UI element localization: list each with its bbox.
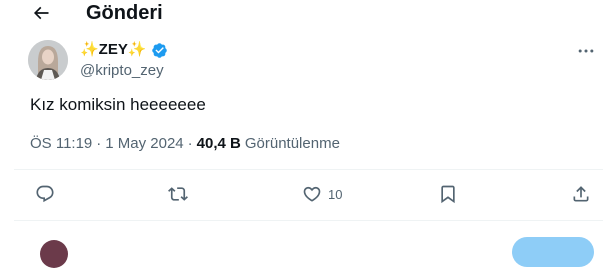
views-label: Görüntülenme xyxy=(244,135,340,152)
current-user-avatar[interactable] xyxy=(40,240,68,268)
heart-icon xyxy=(303,186,321,202)
reply-icon xyxy=(36,185,54,203)
meta-separator: · xyxy=(96,135,102,152)
meta-separator: · xyxy=(187,135,193,152)
more-options-button[interactable] xyxy=(574,42,598,60)
views-count: 40,4 B xyxy=(196,135,241,152)
share-icon xyxy=(573,186,589,202)
repost-icon xyxy=(168,187,188,201)
display-name-text: ✨ZEY✨ xyxy=(80,41,147,58)
like-button[interactable]: 10 xyxy=(302,182,342,206)
share-button[interactable] xyxy=(571,182,591,206)
bookmark-icon xyxy=(441,185,455,204)
divider xyxy=(14,220,603,221)
more-horizontal-icon xyxy=(578,49,594,53)
post-date[interactable]: 1 May 2024 xyxy=(105,135,183,153)
post-time[interactable]: ÖS 11:19 xyxy=(30,135,92,153)
avatar[interactable] xyxy=(28,40,68,80)
arrow-left-icon xyxy=(33,6,49,20)
post-meta: ÖS 11:19 · 1 May 2024 · 40,4 B Görüntüle… xyxy=(30,135,340,153)
author-handle[interactable]: @kripto_zey xyxy=(80,62,164,80)
page-title: Gönderi xyxy=(86,2,163,24)
author-name[interactable]: ✨ZEY✨ xyxy=(80,41,168,59)
verified-badge-icon xyxy=(151,42,167,58)
post-text: Kız komiksin heeeeeee xyxy=(30,95,206,114)
bookmark-button[interactable] xyxy=(438,182,458,206)
reply-button[interactable] xyxy=(35,182,55,206)
like-count: 10 xyxy=(328,186,343,202)
repost-button[interactable] xyxy=(168,182,188,206)
divider xyxy=(14,169,603,170)
avatar-image xyxy=(28,40,68,80)
reply-submit-button[interactable] xyxy=(512,237,594,267)
back-button[interactable] xyxy=(26,0,56,26)
top-bar: Gönderi xyxy=(0,0,603,26)
